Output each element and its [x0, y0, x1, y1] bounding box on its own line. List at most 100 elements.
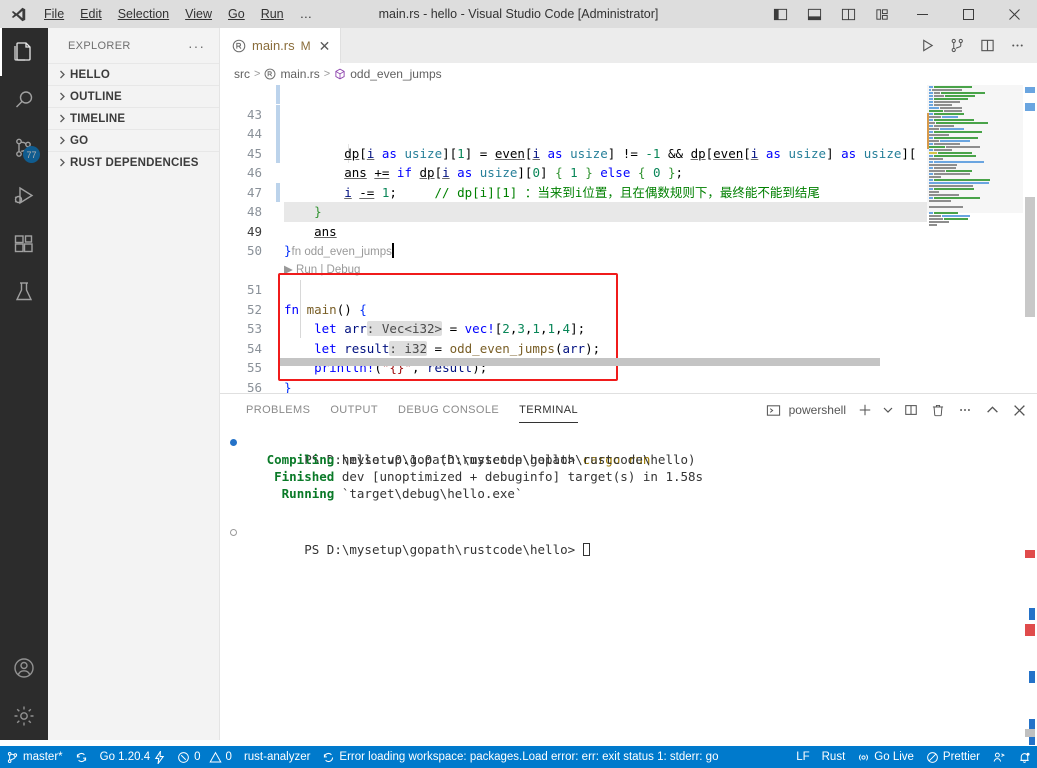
- activity-item-settings[interactable]: [0, 692, 48, 740]
- sidebar-section-hello[interactable]: HELLO: [48, 63, 219, 85]
- gear-icon: [14, 706, 34, 726]
- customize-layout-icon[interactable]: [865, 0, 899, 28]
- code-line[interactable]: 50: [220, 222, 932, 258]
- code-line[interactable]: 45 ans += if dp[i as usize][0] { 1 } els…: [220, 124, 932, 181]
- code-line[interactable]: 47 }: [220, 163, 932, 220]
- chevron-right-icon: [54, 136, 70, 145]
- status-rust-analyzer[interactable]: rust-analyzer: [238, 746, 316, 768]
- menu-edit[interactable]: Edit: [72, 0, 110, 28]
- editor-tabs-bar: main.rs M ✕: [220, 28, 1037, 63]
- menu-selection[interactable]: Selection: [110, 0, 177, 28]
- minimize-button[interactable]: [899, 0, 945, 28]
- terminal-prompt-line[interactable]: PS D:\mysetup\gopath\rustcode\hello>: [228, 524, 1037, 557]
- terminal-overview-marker: [1029, 719, 1035, 729]
- tabs-empty-space: [341, 28, 913, 63]
- code-line[interactable]: 51 fn main() {: [220, 261, 932, 317]
- sidebar-section-go[interactable]: GO: [48, 129, 219, 151]
- activity-item-source-control[interactable]: 77: [0, 124, 48, 172]
- sidebar-section-rust-dependencies[interactable]: RUST DEPENDENCIES: [48, 151, 219, 173]
- toggle-panel-icon[interactable]: [797, 0, 831, 28]
- status-go-live[interactable]: Go Live: [851, 746, 920, 768]
- code-line-current[interactable]: 49 }fn odd_even_jumps: [220, 202, 932, 258]
- chevron-right-icon: [54, 92, 70, 101]
- code-line[interactable]: 53 let result: i32 = odd_even_jumps(arr)…: [220, 300, 932, 356]
- sidebar-section-timeline[interactable]: TIMELINE: [48, 107, 219, 129]
- code-editor[interactable]: 43 // dp[i][1] ：当来到i位置，且在偶数规则下，最终能不能到结尾 …: [220, 85, 1037, 416]
- menu-more[interactable]: …: [292, 0, 322, 28]
- activity-item-testing[interactable]: [0, 268, 48, 316]
- editor-scrollbar[interactable]: [1023, 85, 1037, 416]
- menu-file[interactable]: File: [36, 0, 72, 28]
- maximize-panel-icon[interactable]: [980, 398, 1004, 422]
- status-workspace-error[interactable]: Error loading workspace: packages.Load e…: [316, 746, 724, 768]
- overview-marker: [1025, 87, 1035, 93]
- run-icon[interactable]: [913, 32, 941, 60]
- terminal-scrollbar[interactable]: [1023, 426, 1037, 745]
- editor-horizontal-scrollbar[interactable]: [280, 358, 880, 366]
- status-sync[interactable]: [69, 746, 94, 768]
- menu-run[interactable]: Run: [253, 0, 292, 28]
- bell-dot-icon: [1018, 751, 1031, 764]
- status-eol[interactable]: LF: [790, 746, 815, 768]
- editor-tab-main-rs[interactable]: main.rs M ✕: [220, 28, 342, 63]
- code-line[interactable]: 43 // dp[i][1] ：当来到i位置，且在偶数规则下，最终能不能到结尾: [220, 85, 932, 200]
- panel-tab-debug-console[interactable]: DEBUG CONSOLE: [388, 394, 509, 426]
- menu-bar[interactable]: File Edit Selection View Go Run …: [36, 0, 321, 28]
- run-debug-split-icon[interactable]: [943, 32, 971, 60]
- close-panel-icon[interactable]: [1007, 398, 1031, 422]
- split-editor-icon[interactable]: [973, 32, 1001, 60]
- status-source-control[interactable]: master*: [0, 746, 69, 768]
- activity-item-explorer[interactable]: [0, 28, 48, 76]
- breadcrumb-item-src[interactable]: src: [234, 67, 250, 81]
- code-line[interactable]: 54 println!("{}", result);: [220, 319, 932, 376]
- status-go-version[interactable]: Go 1.20.4: [94, 746, 172, 768]
- code-line[interactable]: 52 let arr: Vec<i32> = vec![2,3,1,1,4];: [220, 280, 932, 336]
- kill-terminal-icon[interactable]: [926, 398, 950, 422]
- terminal-line: Compiling hello v0.1.0 (D:\mysetup\gopat…: [266, 452, 696, 467]
- panel-tab-terminal[interactable]: TERMINAL: [509, 394, 588, 426]
- activity-item-run-and-debug[interactable]: [0, 172, 48, 220]
- status-language-mode[interactable]: Rust: [816, 746, 852, 768]
- close-button[interactable]: [991, 0, 1037, 28]
- toggle-primary-sidebar-icon[interactable]: [763, 0, 797, 28]
- chevron-down-icon[interactable]: [880, 398, 896, 422]
- split-terminal-icon[interactable]: [899, 398, 923, 422]
- new-terminal-icon[interactable]: [853, 398, 877, 422]
- breadcrumb-item-symbol[interactable]: odd_even_jumps: [350, 67, 441, 81]
- menu-view[interactable]: View: [177, 0, 220, 28]
- title-bar: File Edit Selection View Go Run … main.r…: [0, 0, 1037, 28]
- code-line[interactable]: 55 }: [220, 339, 932, 395]
- activity-item-extensions[interactable]: [0, 220, 48, 268]
- terminal-name-label[interactable]: powershell: [789, 403, 850, 417]
- editor-more-actions-icon[interactable]: [1003, 32, 1031, 60]
- sidebar-section-outline[interactable]: OUTLINE: [48, 85, 219, 107]
- toggle-secondary-sidebar-icon[interactable]: [831, 0, 865, 28]
- menu-go[interactable]: Go: [220, 0, 253, 28]
- minimap[interactable]: [927, 85, 1023, 416]
- code-line[interactable]: 44 dp[i as usize][1] = even[i as usize] …: [220, 105, 932, 161]
- panel-tab-output[interactable]: OUTPUT: [320, 394, 388, 426]
- code-lens-run-debug[interactable]: ▶ Run | Debug: [220, 241, 932, 276]
- code-line[interactable]: 46 i -= 1;: [220, 144, 932, 200]
- status-prettier[interactable]: Prettier: [920, 746, 986, 768]
- terminal-line: Running `target\debug\hello.exe`: [281, 486, 523, 501]
- sidebar-more-actions-icon[interactable]: ···: [188, 38, 211, 54]
- panel-tab-problems[interactable]: PROBLEMS: [236, 394, 320, 426]
- modified-gutter-marker: [276, 85, 280, 104]
- terminal-shell-icon[interactable]: [762, 398, 786, 422]
- panel-more-actions-icon[interactable]: [953, 398, 977, 422]
- status-notifications[interactable]: [1012, 746, 1037, 768]
- terminal-output[interactable]: PS D:\mysetup\gopath\rustcode\hello> car…: [220, 426, 1037, 741]
- activity-item-accounts[interactable]: [0, 644, 48, 692]
- code-lines: 43 // dp[i][1] ：当来到i位置，且在偶数规则下，最终能不能到结尾 …: [220, 85, 932, 416]
- rust-file-icon: [264, 68, 276, 80]
- editor-tab-close-icon[interactable]: ✕: [319, 39, 331, 53]
- command-success-marker: [230, 439, 237, 446]
- code-line[interactable]: 48 ans: [220, 183, 932, 239]
- status-remote[interactable]: [986, 746, 1012, 768]
- activity-item-search[interactable]: [0, 76, 48, 124]
- status-problems[interactable]: 0 0: [171, 746, 238, 768]
- breadcrumb-item-main-rs[interactable]: main.rs: [280, 67, 319, 81]
- maximize-button[interactable]: [945, 0, 991, 28]
- editor-scrollbar-thumb[interactable]: [1025, 197, 1035, 317]
